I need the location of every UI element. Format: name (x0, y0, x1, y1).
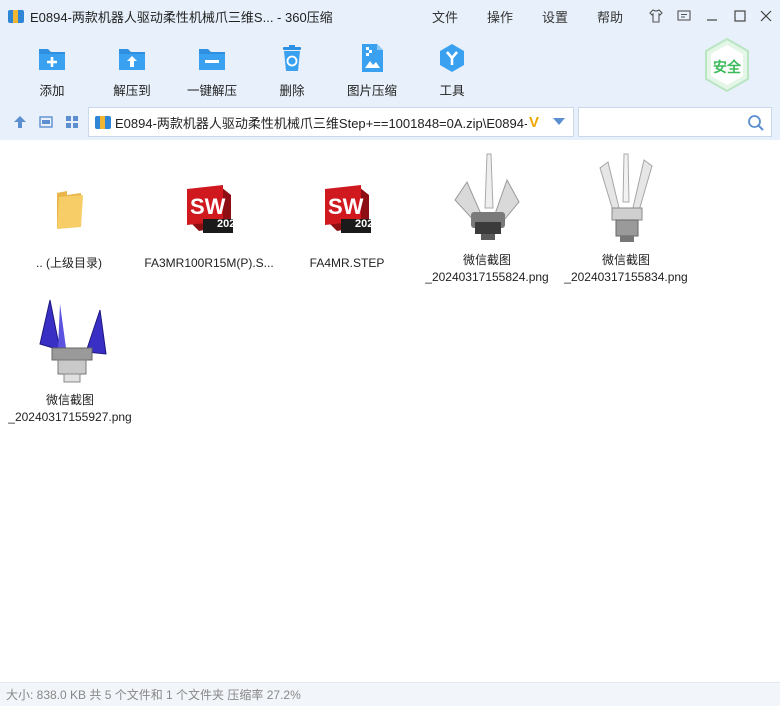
file-list: .. (上级目录) SW 2022 FA3MR100R15M(P).S... S… (0, 142, 780, 682)
gripper-thumbnail (586, 152, 666, 252)
gripper-thumbnail (447, 152, 527, 252)
one-click-extract-button[interactable]: 一键解压 (172, 40, 252, 100)
add-label: 添加 (39, 84, 65, 98)
arrow-up-icon (14, 116, 26, 128)
status-bar: 大小: 838.0 KB 共 5 个文件和 1 个文件夹 压缩率 27.2% (0, 682, 780, 706)
toolbar: 添加 解压到 一键解压 删除 图片压缩 工具 (0, 32, 780, 104)
tools-icon (440, 44, 464, 72)
grid-view-icon (66, 116, 78, 128)
address-dropdown-icon[interactable] (553, 118, 565, 125)
image-compress-label: 图片压缩 (346, 84, 397, 98)
app-logo-icon (8, 8, 24, 24)
file-name-line2: _20240317155824.png (425, 270, 549, 284)
list-item-parent-folder[interactable]: .. (上级目录) (0, 156, 138, 296)
list-item-image-file[interactable]: 微信截图 _20240317155834.png (557, 148, 695, 288)
extract-to-label: 解压到 (113, 84, 151, 98)
tools-button[interactable]: 工具 (412, 40, 492, 100)
view-detail-button[interactable] (37, 113, 55, 131)
add-button[interactable]: 添加 (12, 40, 92, 100)
v-mark-icon: V (529, 113, 540, 131)
address-row: E0894-两款机器人驱动柔性机械爪三维Step+==1001848=0A.zi… (0, 104, 780, 140)
menu-help[interactable]: 帮助 (597, 7, 623, 26)
maximize-button[interactable] (730, 6, 750, 26)
maximize-icon (734, 10, 746, 22)
list-item-image-file[interactable]: 微信截图 _20240317155927.png (1, 288, 139, 428)
search-icon[interactable] (747, 114, 765, 132)
menu-bar: 文件 操作 设置 帮助 (432, 0, 623, 32)
menu-file[interactable]: 文件 (432, 7, 458, 26)
tools-label: 工具 (439, 84, 465, 98)
solidworks-icon: SW (307, 164, 387, 254)
detail-view-icon (39, 116, 53, 128)
version-badge-text: 2022 (217, 218, 242, 230)
up-level-button[interactable] (11, 113, 29, 131)
menu-settings[interactable]: 设置 (542, 7, 568, 26)
file-name: FA3MR100R15M(P).S... (144, 256, 274, 270)
image-compress-button[interactable]: 图片压缩 (332, 40, 412, 100)
folder-icon (29, 164, 109, 254)
view-grid-button[interactable] (63, 113, 81, 131)
menu-operation[interactable]: 操作 (487, 7, 513, 26)
file-name-line1: 微信截图 (601, 253, 650, 267)
security-badge-label: 安全 (713, 59, 741, 75)
delete-label: 删除 (279, 84, 305, 98)
list-item-image-file[interactable]: 微信截图 _20240317155824.png (418, 148, 556, 288)
minimize-icon (707, 19, 717, 21)
minimize-button[interactable] (702, 6, 722, 26)
search-box (578, 107, 772, 137)
file-name-line1: 微信截图 (45, 393, 94, 407)
one-click-extract-label: 一键解压 (186, 84, 237, 98)
search-input[interactable] (583, 112, 743, 132)
close-button[interactable] (756, 6, 776, 26)
one-click-extract-icon (199, 49, 225, 70)
svg-text:SW: SW (190, 194, 226, 219)
add-file-icon (39, 49, 65, 70)
window-title: E0894-两款机器人驱动柔性机械爪三维S... - 360压缩 (30, 9, 333, 25)
list-item-solidworks-file[interactable]: SW 2022 FA3MR100R15M(P).S... (140, 156, 278, 296)
message-icon (677, 10, 691, 21)
feedback-button[interactable] (674, 6, 694, 26)
delete-button[interactable]: 删除 (252, 40, 332, 100)
solidworks-icon: SW (169, 164, 249, 254)
extract-to-icon (119, 49, 145, 70)
file-name: .. (上级目录) (36, 256, 102, 270)
shirt-icon (649, 9, 663, 23)
zip-archive-icon (95, 114, 111, 130)
image-compress-icon (362, 44, 383, 72)
address-path: E0894-两款机器人驱动柔性机械爪三维Step+==1001848=0A.zi… (115, 115, 527, 131)
extract-to-button[interactable]: 解压到 (92, 40, 172, 100)
file-name-line2: _20240317155927.png (8, 410, 132, 424)
list-item-solidworks-file[interactable]: SW 2022 FA4MR.STEP (278, 156, 416, 296)
gripper-thumbnail (30, 292, 110, 392)
security-badge[interactable]: 安全 (703, 37, 751, 93)
file-name-line2: _20240317155834.png (564, 270, 688, 284)
version-badge-text: 2022 (355, 218, 380, 230)
file-name-line1: 微信截图 (462, 253, 511, 267)
close-icon (760, 10, 772, 22)
address-bar[interactable]: E0894-两款机器人驱动柔性机械爪三维Step+==1001848=0A.zi… (88, 107, 574, 137)
status-text: 大小: 838.0 KB 共 5 个文件和 1 个文件夹 压缩率 27.2% (6, 688, 301, 702)
delete-icon (283, 45, 301, 71)
skin-button[interactable] (646, 6, 666, 26)
file-name: FA4MR.STEP (309, 256, 385, 270)
svg-text:SW: SW (328, 194, 364, 219)
